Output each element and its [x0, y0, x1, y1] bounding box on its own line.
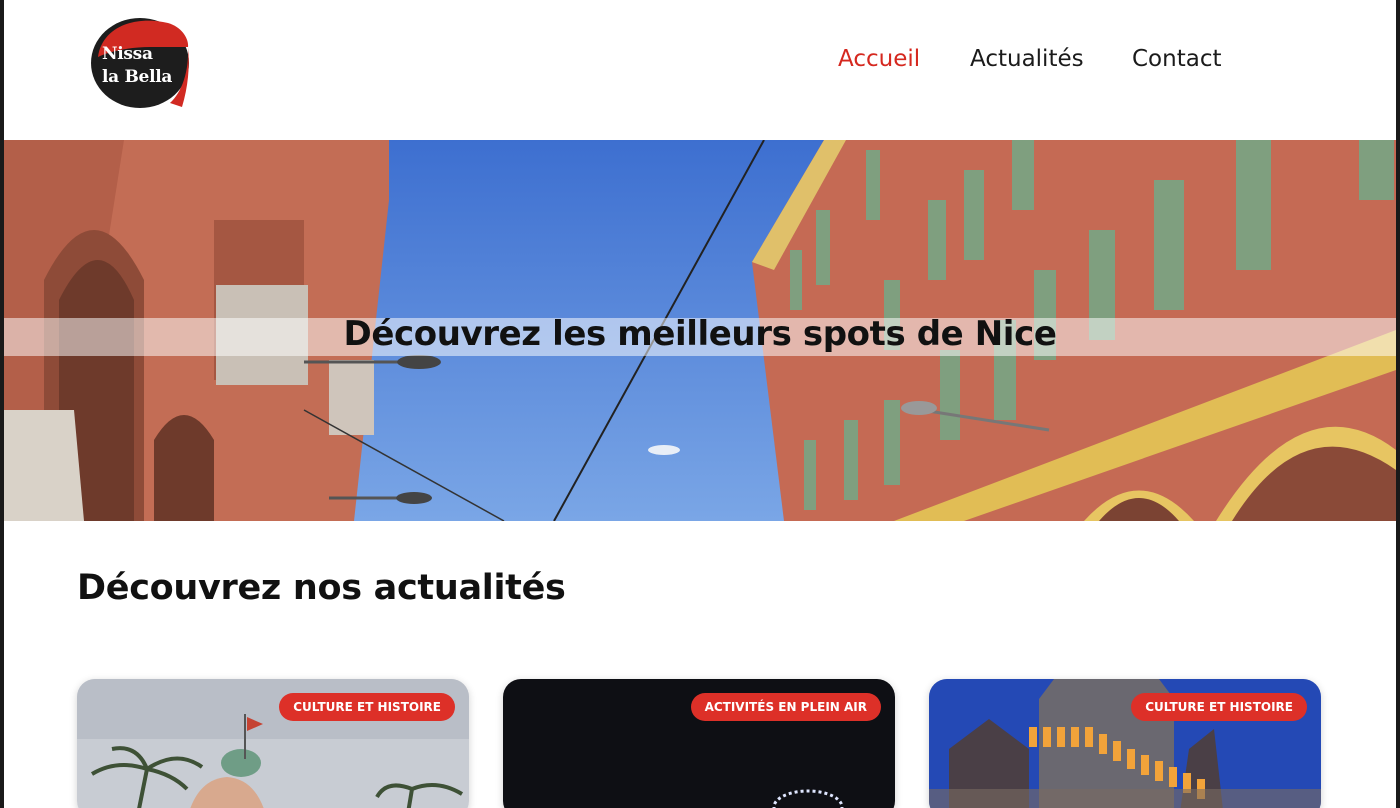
news-card[interactable]: CULTURE ET HISTOIRE: [77, 679, 469, 808]
hero-banner: Découvrez les meilleurs spots de Nice: [4, 140, 1396, 521]
site-logo[interactable]: Nissa la Bella: [90, 17, 190, 111]
nav-item-accueil[interactable]: Accueil: [838, 46, 920, 72]
page: Nissa la Bella Accueil Actualités Contac…: [4, 0, 1396, 808]
hero-title: Découvrez les meilleurs spots de Nice: [343, 314, 1057, 354]
logo-text: Nissa la Bella: [102, 43, 172, 89]
nav-item-contact[interactable]: Contact: [1132, 46, 1221, 72]
nav-item-actualites[interactable]: Actualités: [970, 46, 1084, 72]
category-badge[interactable]: ACTIVITÉS EN PLEIN AIR: [690, 693, 881, 721]
logo-line-2: la Bella: [102, 67, 173, 87]
category-badge[interactable]: CULTURE ET HISTOIRE: [279, 693, 455, 721]
news-card[interactable]: ACTIVITÉS EN PLEIN AIR: [503, 679, 895, 808]
news-card[interactable]: CULTURE ET HISTOIRE: [929, 679, 1321, 808]
logo-line-1: Nissa: [102, 44, 153, 64]
news-section-title: Découvrez nos actualités: [77, 568, 566, 608]
site-header: Nissa la Bella Accueil Actualités Contac…: [4, 0, 1396, 140]
category-badge[interactable]: CULTURE ET HISTOIRE: [1131, 693, 1307, 721]
